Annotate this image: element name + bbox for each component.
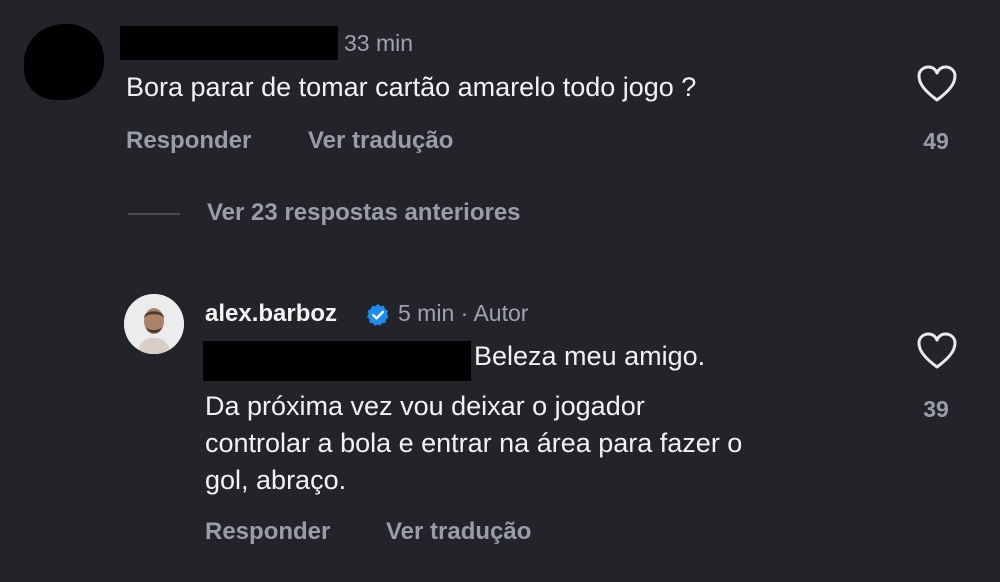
verified-badge-icon	[367, 304, 389, 326]
comment-text: Bora parar de tomar cartão amarelo todo …	[126, 72, 697, 102]
view-previous-replies-button[interactable]: Ver 23 respostas anteriores	[207, 199, 521, 227]
meta-separator: ·	[460, 300, 469, 326]
reply-button[interactable]: Responder	[126, 127, 251, 155]
mention-redacted	[203, 341, 471, 381]
reply-button[interactable]: Responder	[205, 518, 330, 546]
heart-outline-icon[interactable]	[916, 64, 958, 104]
translate-button[interactable]: Ver tradução	[386, 518, 531, 546]
reply-text-line: gol, abraço.	[205, 465, 347, 495]
reply-text-line: Da próxima vez vou deixar o jogador	[205, 391, 645, 421]
comment-timestamp: 33 min	[344, 30, 414, 56]
reply-meta: 5 min · Autor	[398, 300, 528, 327]
commenter-username-redacted	[120, 26, 338, 60]
thread-divider-line	[128, 213, 180, 215]
like-count: 49	[923, 128, 949, 154]
person-photo-icon	[124, 294, 184, 354]
reply-timestamp: 5 min	[398, 300, 455, 326]
commenter-avatar-redacted[interactable]	[24, 24, 104, 100]
like-count: 39	[923, 396, 949, 422]
author-tag: Autor	[473, 300, 529, 326]
translate-button[interactable]: Ver tradução	[308, 127, 453, 155]
reply-text-line: controlar a bola e entrar na área para f…	[205, 428, 743, 458]
author-avatar[interactable]	[124, 294, 184, 354]
heart-outline-icon[interactable]	[916, 331, 958, 371]
author-username[interactable]: alex.barboz	[205, 300, 337, 328]
reply-text-line: Beleza meu amigo.	[474, 341, 706, 371]
